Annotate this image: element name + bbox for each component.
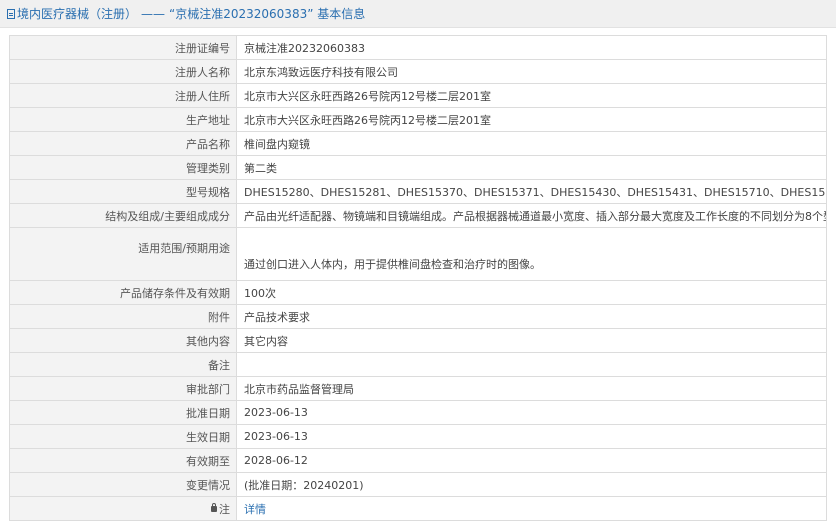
row-label: 注册证编号 — [9, 35, 237, 60]
row-label: 注册人名称 — [9, 59, 237, 84]
row-value: 北京市药品监督管理局 — [236, 376, 827, 401]
row-value: 椎间盘内窥镜 — [236, 131, 827, 156]
table-row: 注册证编号 京械注准20232060383 — [9, 35, 827, 60]
lock-icon — [211, 502, 217, 512]
row-value: DHES15280、DHES15281、DHES15370、DHES15371、… — [236, 179, 827, 204]
table-row: 批准日期 2023-06-13 — [9, 400, 827, 425]
table-row: 产品名称 椎间盘内窥镜 — [9, 131, 827, 156]
row-value: 2023-06-13 — [236, 424, 827, 449]
table-row: 适用范围/预期用途 通过创口进入人体内，用于提供椎间盘检查和治疗时的图像。 — [9, 227, 827, 281]
row-label: 产品名称 — [9, 131, 237, 156]
row-value: 2023-06-13 — [236, 400, 827, 425]
row-value: 京械注准20232060383 — [236, 35, 827, 60]
breadcrumb-separator: —— — [141, 6, 166, 21]
row-label: 管理类别 — [9, 155, 237, 180]
row-label: 生产地址 — [9, 107, 237, 132]
table-row: 其他内容 其它内容 — [9, 328, 827, 353]
row-label: 结构及组成/主要组成成分 — [9, 203, 237, 228]
row-label: 产品储存条件及有效期 — [9, 280, 237, 305]
row-value: 北京东鸿致远医疗科技有限公司 — [236, 59, 827, 84]
table-row: 备注 — [9, 352, 827, 377]
row-value: 北京市大兴区永旺西路26号院丙12号楼二层201室 — [236, 107, 827, 132]
table-row: 注 详情 — [9, 496, 827, 521]
row-label: 注 — [9, 496, 237, 521]
row-value: 产品技术要求 — [236, 304, 827, 329]
row-value: 2028-06-12 — [236, 448, 827, 473]
table-row: 型号规格 DHES15280、DHES15281、DHES15370、DHES1… — [9, 179, 827, 204]
table-row: 变更情况 (批准日期：20240201) — [9, 472, 827, 497]
row-label: 附件 — [9, 304, 237, 329]
table-row: 结构及组成/主要组成成分 产品由光纤适配器、物镜端和目镜端组成。产品根据器械通道… — [9, 203, 827, 228]
table-row: 产品储存条件及有效期 100次 — [9, 280, 827, 305]
breadcrumb-root[interactable]: 境内医疗器械（注册） — [17, 5, 137, 22]
row-value: 产品由光纤适配器、物镜端和目镜端组成。产品根据器械通道最小宽度、插入部分最大宽度… — [236, 203, 827, 228]
table-row: 有效期至 2028-06-12 — [9, 448, 827, 473]
table-row: 审批部门 北京市药品监督管理局 — [9, 376, 827, 401]
table-row: 生效日期 2023-06-13 — [9, 424, 827, 449]
table-row: 附件 产品技术要求 — [9, 304, 827, 329]
row-label: 其他内容 — [9, 328, 237, 353]
row-label: 有效期至 — [9, 448, 237, 473]
page-header: 境内医疗器械（注册） —— “京械注准20232060383” 基本信息 — [0, 0, 836, 28]
note-label: 注 — [219, 502, 230, 516]
detail-table-container: 注册证编号 京械注准20232060383 注册人名称 北京东鸿致远医疗科技有限… — [9, 35, 827, 521]
table-row: 注册人名称 北京东鸿致远医疗科技有限公司 — [9, 59, 827, 84]
row-label: 批准日期 — [9, 400, 237, 425]
row-value: 100次 — [236, 280, 827, 305]
row-value: 通过创口进入人体内，用于提供椎间盘检查和治疗时的图像。 — [236, 227, 827, 281]
details-link[interactable]: 详情 — [244, 503, 266, 516]
document-icon — [7, 8, 15, 19]
table-row: 生产地址 北京市大兴区永旺西路26号院丙12号楼二层201室 — [9, 107, 827, 132]
row-value: (批准日期：20240201) — [236, 472, 827, 497]
detail-table: 注册证编号 京械注准20232060383 注册人名称 北京东鸿致远医疗科技有限… — [9, 35, 827, 521]
row-value — [236, 352, 827, 377]
table-row: 注册人住所 北京市大兴区永旺西路26号院丙12号楼二层201室 — [9, 83, 827, 108]
row-label: 注册人住所 — [9, 83, 237, 108]
row-label: 型号规格 — [9, 179, 237, 204]
row-label: 审批部门 — [9, 376, 237, 401]
row-label: 变更情况 — [9, 472, 237, 497]
row-value: 其它内容 — [236, 328, 827, 353]
row-value: 北京市大兴区永旺西路26号院丙12号楼二层201室 — [236, 83, 827, 108]
row-label: 生效日期 — [9, 424, 237, 449]
row-label: 备注 — [9, 352, 237, 377]
row-value: 详情 — [236, 496, 827, 521]
row-label-text: 适用范围/预期用途 — [138, 242, 230, 255]
row-label: 适用范围/预期用途 — [9, 227, 237, 281]
row-value: 第二类 — [236, 155, 827, 180]
table-row: 管理类别 第二类 — [9, 155, 827, 180]
record-title: “京械注准20232060383” 基本信息 — [169, 7, 366, 21]
